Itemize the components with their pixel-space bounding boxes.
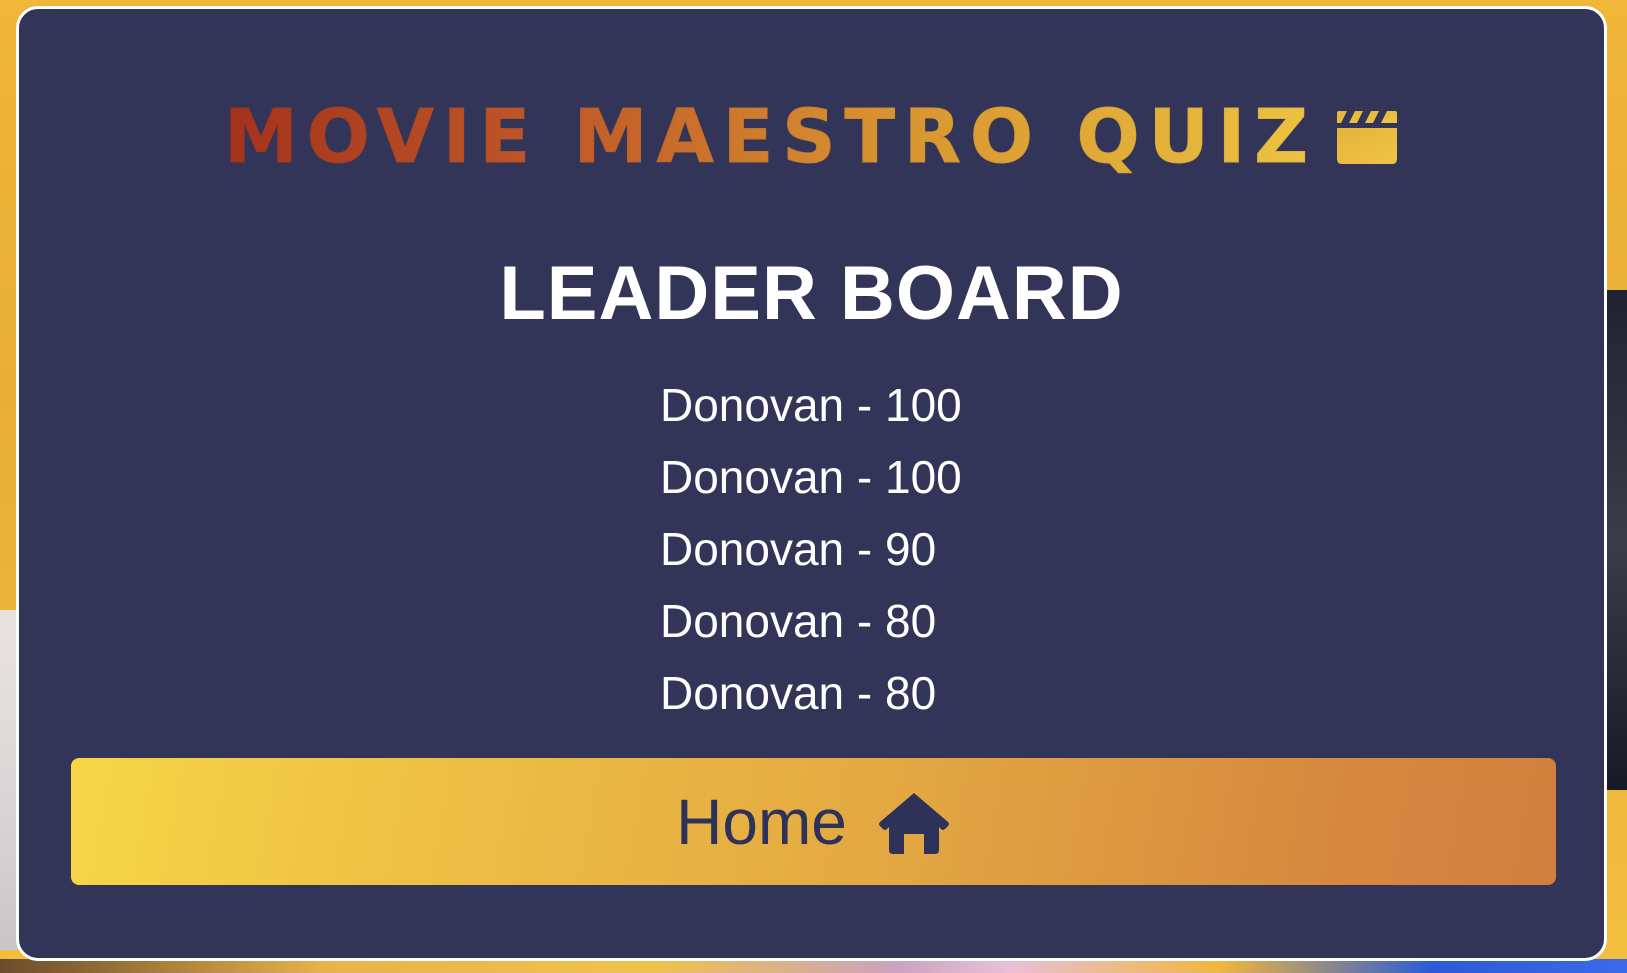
clapperboard-icon bbox=[1336, 111, 1397, 164]
app-title-text: MOVIE MAESTRO QUIZ bbox=[224, 94, 1317, 180]
leaderboard-heading: LEADER BOARD bbox=[499, 251, 1124, 336]
home-button-label: Home bbox=[676, 785, 847, 858]
home-icon bbox=[878, 792, 949, 854]
home-button[interactable]: Home bbox=[71, 758, 1556, 885]
leaderboard-card: MOVIE MAESTRO QUIZ LEADER BOARD Donovan … bbox=[16, 6, 1607, 961]
leaderboard-entry: Donovan - 90 bbox=[660, 523, 937, 575]
leaderboard-entry: Donovan - 80 bbox=[660, 595, 937, 647]
background-image-right bbox=[1605, 290, 1627, 790]
background-image-bottom bbox=[0, 959, 1627, 973]
leaderboard-entry: Donovan - 100 bbox=[660, 451, 962, 503]
leaderboard-list: Donovan - 100 Donovan - 100 Donovan - 90… bbox=[19, 369, 1604, 729]
leaderboard-entry: Donovan - 100 bbox=[660, 379, 962, 431]
app-title: MOVIE MAESTRO QUIZ bbox=[19, 94, 1604, 180]
leaderboard-entry: Donovan - 80 bbox=[660, 667, 937, 719]
